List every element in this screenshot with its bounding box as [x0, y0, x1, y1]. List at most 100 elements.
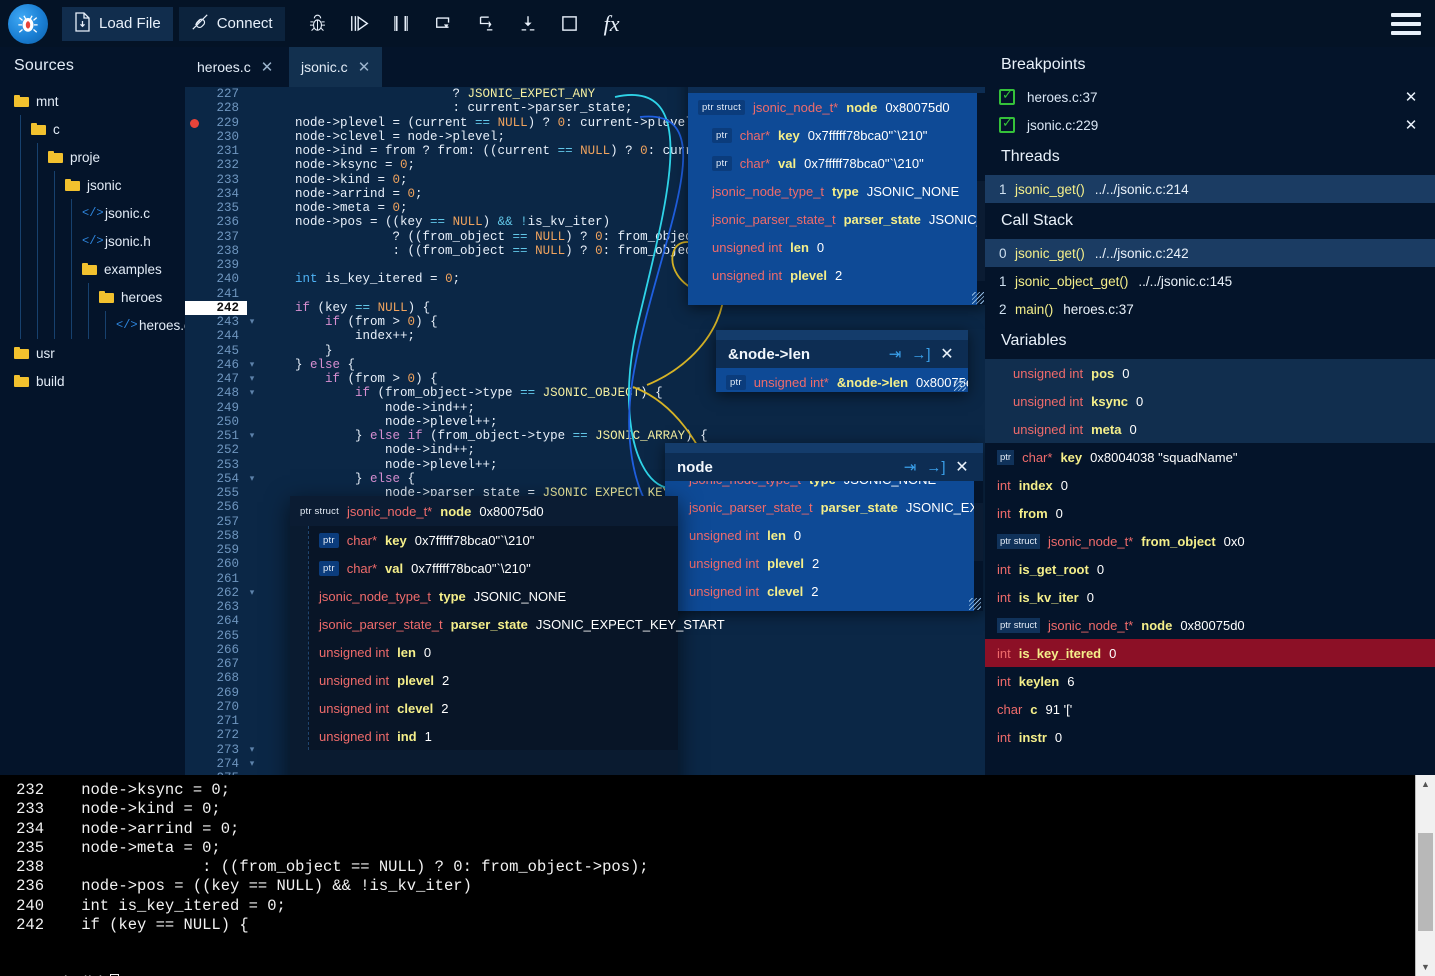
variable-row[interactable]: ptr struct jsonic_node_t* from_object 0x0 — [985, 527, 1435, 555]
fold-arrow-icon[interactable]: ▾ — [247, 386, 257, 400]
variable-row[interactable]: int from 0 — [985, 499, 1435, 527]
value-row[interactable]: ptr struct jsonic_node_t* node 0x80075d0 — [688, 93, 986, 121]
code-line[interactable]: 241 — [185, 287, 768, 301]
code-line[interactable]: 236 node->pos = ((key == NULL) && !is_kv… — [185, 215, 768, 229]
fold-arrow-icon[interactable]: ▾ — [247, 358, 257, 372]
code-line[interactable]: 233 node->kind = 0; — [185, 173, 768, 187]
code-line[interactable]: 229 node->plevel = (current == NULL) ? 0… — [185, 116, 768, 130]
vertical-scrollbar[interactable] — [974, 481, 983, 611]
breakpoint-row[interactable]: heroes.c:37 ✕ — [985, 83, 1435, 111]
close-icon[interactable]: ✕ — [261, 60, 274, 75]
value-window-node-len[interactable]: &node->len ⇥ →] ✕ ptr unsigned int* &node-… — [716, 330, 968, 392]
variable-row[interactable]: int index 0 — [985, 471, 1435, 499]
code-line[interactable]: 235 node->meta = 0; — [185, 201, 768, 215]
value-row[interactable]: jsonic_node_type_t type JSONIC_NONE — [688, 177, 986, 205]
code-line[interactable]: 243 ▾ if (from > 0) { — [185, 315, 768, 329]
variable-row[interactable]: int is_get_root 0 — [985, 555, 1435, 583]
tree-item-usr[interactable]: usr — [0, 339, 185, 367]
load-file-button[interactable]: Load File — [62, 6, 173, 41]
code-line[interactable]: 239 — [185, 258, 768, 272]
value-row[interactable]: unsigned int clevel 2 — [665, 577, 983, 605]
menu-icon[interactable] — [1391, 13, 1421, 35]
tree-item-mnt[interactable]: mnt — [0, 87, 185, 115]
variable-row[interactable]: ptr char* key 0x8004038 "squadName" — [985, 443, 1435, 471]
tree-item-proje[interactable]: proje — [0, 143, 185, 171]
thread-row[interactable]: 1 jsonic_get() ../../jsonic.c:214 — [985, 175, 1435, 203]
window-drag-grip[interactable] — [716, 330, 968, 340]
pause-icon[interactable] — [385, 7, 419, 41]
breakpoint-marker[interactable] — [190, 118, 199, 128]
stop-icon[interactable] — [553, 7, 587, 41]
code-line[interactable]: 242 if (key == NULL) { — [185, 300, 768, 315]
breakpoint-checkbox[interactable] — [999, 115, 1015, 133]
value-row[interactable]: jsonic_parser_state_t parser_state JSONIC_… — [665, 493, 983, 521]
variable-row[interactable]: unsigned int meta 0 — [985, 415, 1435, 443]
variable-row[interactable]: int is_kv_iter 0 — [985, 583, 1435, 611]
close-icon[interactable]: ✕ — [952, 87, 978, 89]
fold-arrow-icon[interactable]: ▾ — [247, 743, 257, 757]
open-external-icon[interactable]: ⇥ — [882, 345, 908, 363]
fold-arrow-icon[interactable]: ▾ — [247, 372, 257, 386]
code-line[interactable]: 245 } — [185, 344, 768, 358]
tree-item-jsonic-h[interactable]: </> jsonic.h — [0, 227, 185, 255]
step-out-icon[interactable] — [511, 7, 545, 41]
fold-arrow-icon[interactable]: ▾ — [247, 315, 257, 329]
fold-arrow-icon[interactable]: ▾ — [247, 472, 257, 486]
code-line[interactable]: 240 int is_key_itered = 0; — [185, 272, 768, 286]
callstack-row[interactable]: 0 jsonic_get() ../../jsonic.c:242 — [985, 239, 1435, 267]
pin-icon[interactable]: →] — [926, 87, 952, 88]
code-line[interactable]: 244 index++; — [185, 329, 768, 343]
gdb-console[interactable]: 232 node->ksync = 0; 233 node->kind = 0; 2… — [0, 775, 1435, 976]
callstack-row[interactable]: 1 jsonic_object_get() ../../jsonic.c:145 — [985, 267, 1435, 295]
value-row[interactable]: jsonic_node_type_t type JSONIC_NONE — [309, 582, 678, 610]
code-line[interactable]: 228 : current->parser_state; — [185, 101, 768, 115]
console-scrollbar[interactable]: ▲ ▼ — [1415, 775, 1435, 976]
scroll-up-icon[interactable]: ▲ — [1416, 775, 1435, 793]
variable-row[interactable]: ptr struct jsonic_node_t* node 0x80075d0 — [985, 611, 1435, 639]
tree-item-jsonic-c[interactable]: </> jsonic.c — [0, 199, 185, 227]
connect-button[interactable]: Connect — [178, 6, 285, 41]
value-row[interactable]: unsigned int plevel 2 — [665, 549, 983, 577]
close-icon[interactable]: ✕ — [934, 344, 960, 364]
resize-handle[interactable] — [954, 379, 966, 391]
open-external-icon[interactable]: ⇥ — [900, 87, 926, 88]
tab-heroes-c[interactable]: heroes.c ✕ — [185, 47, 285, 87]
value-row[interactable]: unsigned int ind 1 — [309, 722, 678, 750]
variable-row[interactable]: char c 91 '[' — [985, 695, 1435, 723]
remove-breakpoint-icon[interactable]: ✕ — [1397, 111, 1425, 139]
bug-icon[interactable] — [301, 7, 335, 41]
value-row[interactable]: jsonic_node_type_t type JSONIC_NONE — [665, 481, 983, 493]
code-line[interactable]: 238 : ((from_object == NULL) ? 0: from_o… — [185, 244, 768, 258]
value-row[interactable]: unsigned int plevel 2 — [309, 666, 678, 694]
variable-row[interactable]: unsigned int ksync 0 — [985, 387, 1435, 415]
window-titlebar[interactable]: &node->len ⇥ →] ✕ — [716, 340, 968, 368]
value-row[interactable]: unsigned int len 0 — [688, 233, 986, 261]
console-prompt-line[interactable]: (gdb) — [0, 954, 1435, 976]
code-line[interactable]: 248 ▾ if (from_object->type == JSONIC_OBJ… — [185, 386, 768, 400]
code-line[interactable]: 234 node->arrind = 0; — [185, 187, 768, 201]
tree-item-jsonic[interactable]: jsonic — [0, 171, 185, 199]
variable-row[interactable]: int keylen 6 — [985, 667, 1435, 695]
value-row[interactable]: unsigned int len 0 — [309, 638, 678, 666]
remove-breakpoint-icon[interactable]: ✕ — [1397, 83, 1425, 111]
value-row[interactable]: ptrunsigned int*&node->len0x80075e8 — [716, 368, 968, 392]
callstack-row[interactable]: 2 main() heroes.c:37 — [985, 295, 1435, 323]
open-external-icon[interactable]: ⇥ — [897, 458, 923, 476]
continue-icon[interactable] — [343, 7, 377, 41]
close-icon[interactable]: ✕ — [949, 457, 975, 477]
code-line[interactable]: 227 ? JSONIC_EXPECT_ANY — [185, 87, 768, 101]
tree-item-build[interactable]: build — [0, 367, 185, 395]
value-row[interactable]: unsigned int clevel 2 — [309, 694, 678, 722]
variable-row[interactable]: unsigned int pos 0 — [985, 359, 1435, 387]
window-titlebar[interactable]: node ⇥ →] ✕ — [665, 453, 983, 481]
value-row[interactable]: ptr char* key 0x7fffff78bca0"`\210" — [309, 526, 678, 554]
variable-row[interactable]: int instr 0 — [985, 723, 1435, 751]
code-line[interactable]: 230 node->clevel = node->plevel; — [185, 130, 768, 144]
breakpoint-row[interactable]: jsonic.c:229 ✕ — [985, 111, 1435, 139]
tree-item-examples[interactable]: examples — [0, 255, 185, 283]
pin-icon[interactable]: →] — [923, 459, 949, 476]
resize-handle[interactable] — [969, 598, 981, 610]
pin-icon[interactable]: →] — [908, 346, 934, 363]
tab-jsonic-c[interactable]: jsonic.c ✕ — [289, 47, 383, 87]
code-line[interactable]: 250 node->plevel++; — [185, 415, 768, 429]
